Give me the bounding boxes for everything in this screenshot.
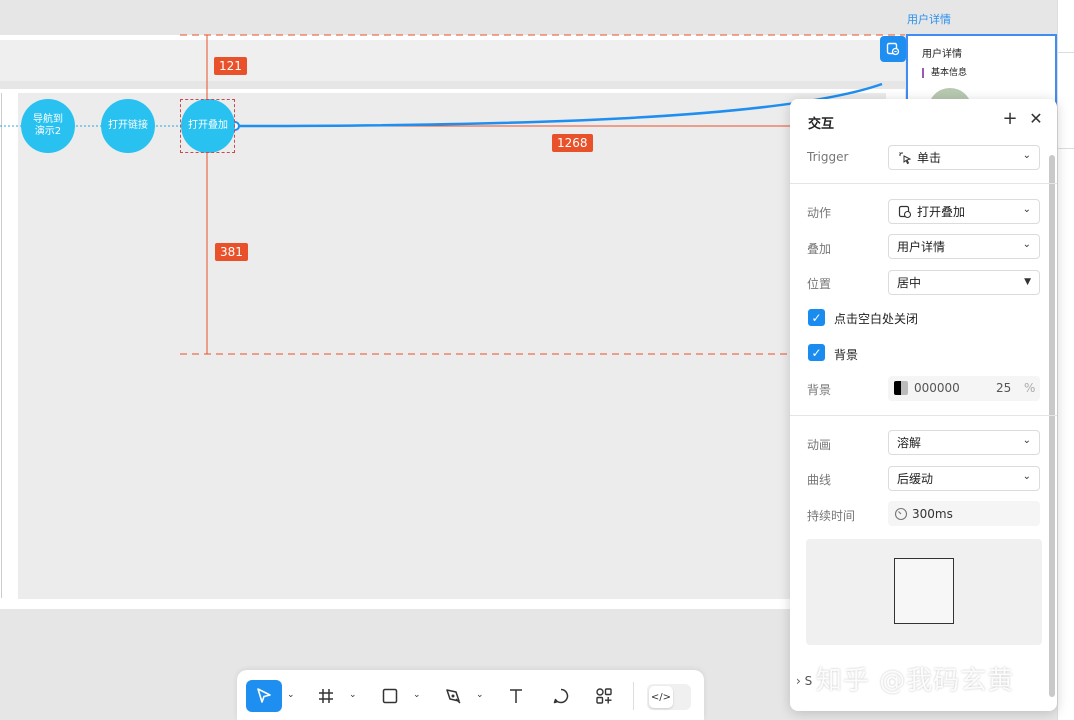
opacity-unit: % [1024, 381, 1036, 395]
animation-label: 动画 [807, 438, 832, 452]
measure-badge-right: 1268 [552, 134, 593, 152]
overlay-label: 叠加 [807, 242, 832, 256]
curve-select[interactable]: 后缓动 ⌄ [888, 466, 1040, 491]
close-on-click-outside-checkbox[interactable]: ✓ [808, 309, 825, 326]
collapsed-section-label: S [804, 674, 813, 688]
pen-tool-button[interactable] [442, 680, 464, 712]
duration-value: 300ms [912, 506, 953, 521]
toolbar-separator [633, 682, 634, 710]
chevron-down-icon: ⌄ [1022, 239, 1031, 250]
overlay-section-title: 基本信息 [922, 68, 967, 78]
chevron-down-icon: ⌄ [1022, 435, 1031, 446]
chevron-down-icon: ⌄ [1022, 471, 1031, 482]
background-opacity[interactable]: 25 [996, 381, 1011, 395]
preview-shape [894, 558, 954, 624]
click-icon [897, 150, 913, 166]
overlay-value: 用户详情 [897, 240, 946, 254]
pointer-icon [257, 688, 271, 703]
select-tool-button[interactable] [246, 680, 282, 712]
components-icon [596, 688, 612, 704]
code-mode-toggle[interactable]: </> [647, 684, 691, 710]
curve-label: 曲线 [807, 473, 832, 487]
background-color-field[interactable]: 000000 25 % [888, 376, 1040, 401]
chevron-down-icon: ⌄ [1022, 204, 1031, 215]
overlay-link-icon[interactable] [880, 36, 906, 62]
close-on-click-outside-label: 点击空白处关闭 [834, 312, 919, 326]
chevron-right-icon: › [796, 674, 801, 688]
chevron-down-icon: ⌄ [1022, 150, 1031, 161]
close-icon[interactable]: ✕ [1026, 109, 1046, 129]
divider [790, 415, 1057, 416]
duration-label: 持续时间 [807, 509, 856, 523]
background-checkbox-label: 背景 [834, 348, 859, 362]
pen-icon [446, 689, 461, 704]
trigger-label: Trigger [807, 150, 849, 164]
watermark: 知乎 @我码玄黄 [816, 666, 1015, 696]
comment-tool-button[interactable] [550, 680, 572, 712]
overlay-frame-label[interactable]: 用户详情 [907, 11, 951, 27]
frame-icon [319, 689, 333, 703]
rectangle-tool-button[interactable] [379, 680, 401, 712]
node-open-link[interactable]: 打开链接 [101, 99, 155, 153]
chevron-down-icon[interactable]: ⌄ [349, 690, 357, 700]
code-icon[interactable]: </> [649, 686, 673, 708]
open-overlay-icon [897, 204, 913, 220]
collapsed-section[interactable]: › S [796, 674, 812, 688]
animation-value: 溶解 [897, 436, 922, 450]
duration-field[interactable]: 300ms [888, 501, 1040, 526]
position-label: 位置 [807, 277, 832, 291]
bottom-toolbar: ⌄ ⌄ ⌄ ⌄ </> [237, 670, 704, 720]
chevron-down-icon[interactable]: ⌄ [287, 690, 295, 700]
trigger-value: 单击 [917, 151, 942, 165]
background-hex[interactable]: 000000 [914, 381, 960, 395]
caret-down-icon: ▼ [1024, 277, 1031, 287]
node-open-overlay[interactable]: 打开叠加 [181, 99, 235, 153]
chevron-down-icon[interactable]: ⌄ [476, 690, 484, 700]
measure-badge-bottom: 381 [215, 243, 248, 261]
plus-icon[interactable]: + [1000, 109, 1020, 129]
background-label: 背景 [807, 383, 832, 397]
text-icon [510, 689, 522, 703]
comment-icon [553, 688, 569, 704]
right-sidebar-edge [1057, 0, 1074, 720]
divider [790, 183, 1057, 184]
color-swatch[interactable] [894, 381, 908, 395]
action-label: 动作 [807, 206, 832, 220]
animation-preview [806, 539, 1042, 645]
curve-value: 后缓动 [897, 472, 934, 486]
position-value: 居中 [897, 276, 922, 290]
position-select[interactable]: 居中 ▼ [888, 270, 1040, 295]
background-checkbox[interactable]: ✓ [808, 344, 825, 361]
text-tool-button[interactable] [505, 680, 527, 712]
action-select[interactable]: 打开叠加 ⌄ [888, 199, 1040, 224]
interaction-panel[interactable]: 交互 + ✕ Trigger 单击 ⌄ 动作 打开叠加 ⌄ 叠加 用户详情 ⌄ … [790, 99, 1057, 711]
components-tool-button[interactable] [593, 680, 615, 712]
animation-select[interactable]: 溶解 ⌄ [888, 430, 1040, 455]
interaction-connector [235, 82, 883, 128]
node-navigate[interactable]: 导航到 演示2 [21, 99, 75, 153]
overlay-select[interactable]: 用户详情 ⌄ [888, 234, 1040, 259]
measure-badge-top: 121 [214, 57, 247, 75]
rectangle-icon [382, 688, 398, 704]
action-value: 打开叠加 [917, 205, 966, 219]
trigger-select[interactable]: 单击 ⌄ [888, 145, 1040, 170]
frame-tool-button[interactable] [315, 680, 337, 712]
chevron-down-icon[interactable]: ⌄ [413, 690, 421, 700]
panel-scrollbar[interactable] [1049, 155, 1055, 697]
overlay-header: 用户详情 [922, 49, 962, 60]
timer-icon [894, 507, 908, 521]
panel-title: 交互 [808, 117, 835, 132]
